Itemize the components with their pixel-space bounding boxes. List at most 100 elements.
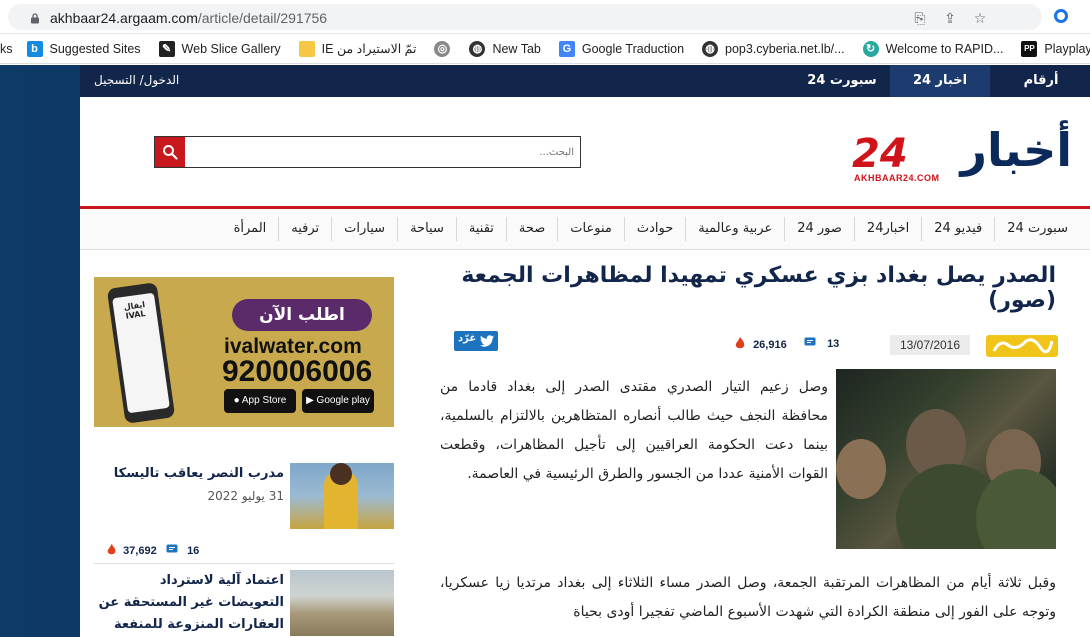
site-logo[interactable]: 24 أخبار AKHBAAR24.COM bbox=[852, 123, 1072, 187]
news-thumbnail bbox=[290, 463, 394, 529]
url-text[interactable]: akhbaar24.argaam.com/article/detail/2917… bbox=[50, 10, 327, 26]
fire-icon bbox=[735, 337, 745, 349]
sidebar-news-meta: 37,692 16 bbox=[94, 542, 394, 560]
share-label: غرّد bbox=[458, 333, 477, 344]
logo-number: 24 bbox=[852, 131, 908, 177]
nav-arab-world[interactable]: عربية وعالمية bbox=[685, 217, 784, 241]
bookmark-web-slice-gallery[interactable]: ✎ Web Slice Gallery bbox=[158, 40, 281, 57]
ad-phone-image: ايفال IVAL bbox=[106, 282, 176, 424]
sidebar-news-item[interactable]: مدرب النصر يعاقب تاليسكا 31 يوليو 2022 bbox=[94, 463, 394, 533]
thumb-figure bbox=[330, 463, 352, 485]
ad-order-now: اطلب الآن bbox=[232, 299, 372, 331]
ad-phone-screen: ايفال IVAL bbox=[112, 292, 170, 414]
google-play-label: Google play bbox=[316, 395, 370, 406]
tab-akhbar24[interactable]: اخبار 24 bbox=[890, 65, 990, 97]
bookmark-playplay[interactable]: PP Playplay bbox=[1021, 40, 1090, 57]
nav-photos24[interactable]: صور 24 bbox=[784, 217, 854, 241]
nav-health[interactable]: صحة bbox=[505, 217, 557, 241]
news-comments-count: 16 bbox=[187, 545, 200, 557]
menu-icon[interactable]: ⋮ bbox=[1084, 7, 1090, 25]
article-paragraph-1: وصل زعيم التيار الصدري مقتدى الصدر إلى ب… bbox=[440, 379, 828, 482]
nav-entertainment[interactable]: ترفيه bbox=[278, 217, 331, 241]
bookmark-imported-ie[interactable]: تمّ الاستيراد من IE bbox=[298, 40, 416, 57]
source-logo-icon bbox=[986, 335, 1058, 357]
news-views: 37,692 bbox=[106, 544, 157, 557]
nav-incidents[interactable]: حوادث bbox=[623, 217, 685, 241]
lock-icon bbox=[31, 13, 39, 24]
globe-icon: ◍ bbox=[469, 40, 486, 57]
bookmark-ks[interactable]: ks bbox=[0, 42, 13, 56]
apple-icon: ● bbox=[233, 395, 242, 406]
tab-argaam[interactable]: أرقام bbox=[992, 65, 1090, 97]
login-link[interactable]: الدخول/ التسجيل bbox=[94, 73, 179, 87]
logo-subtitle: AKHBAAR24.COM bbox=[854, 173, 940, 183]
search-box bbox=[154, 136, 581, 168]
article-views: 26,916 bbox=[734, 337, 787, 351]
news-date: 31 يوليو 2022 bbox=[207, 489, 284, 503]
bing-icon: b bbox=[26, 40, 43, 57]
bookmark-label: pop3.cyberia.net.lb/... bbox=[725, 41, 845, 56]
bookmark-label: New Tab bbox=[492, 41, 541, 56]
url-path: /article/detail/291756 bbox=[197, 10, 328, 26]
article-photo[interactable] bbox=[836, 369, 1056, 549]
nav-tourism[interactable]: سياحة bbox=[397, 217, 456, 241]
site-content: الدخول/ التسجيل سبورت 24 اخبار 24 أرقام … bbox=[80, 65, 1090, 637]
nav-cars[interactable]: سيارات bbox=[331, 217, 397, 241]
page-background: الدخول/ التسجيل سبورت 24 اخبار 24 أرقام … bbox=[0, 65, 1090, 637]
twitter-share-button[interactable]: غرّد bbox=[454, 331, 498, 351]
bookmark-spiral[interactable]: ◎ bbox=[434, 40, 457, 57]
ad-brand: ايفال IVAL bbox=[123, 300, 147, 321]
comment-icon bbox=[804, 337, 816, 346]
news-views-count: 37,692 bbox=[123, 545, 157, 557]
bookmark-rapid[interactable]: ↻ Welcome to RAPID... bbox=[862, 40, 1004, 57]
nav-misc[interactable]: منوعات bbox=[557, 217, 624, 241]
twitter-icon bbox=[480, 335, 494, 347]
share-icon[interactable]: ⇪ bbox=[942, 11, 958, 27]
article-title: الصدر يصل بغداد بزي عسكري تمهيدا لمظاهرا… bbox=[461, 263, 1056, 313]
translate-page-icon[interactable]: ⎘ bbox=[912, 11, 928, 27]
nav-akhbar24[interactable]: اخبار24 bbox=[853, 217, 921, 241]
url-box[interactable]: akhbaar24.argaam.com/article/detail/2917… bbox=[8, 4, 1042, 30]
news-comments: 16 bbox=[166, 544, 199, 557]
nav-sport24[interactable]: سبورت 24 bbox=[994, 217, 1080, 241]
article-comments[interactable]: 13 bbox=[804, 337, 839, 350]
nav-video24[interactable]: فيديو 24 bbox=[921, 217, 994, 241]
nav-women[interactable]: المرأة bbox=[222, 217, 279, 241]
app-store-badge[interactable]: ● App Store bbox=[224, 389, 296, 413]
article-meta: 13/07/2016 13 26,916 غرّد bbox=[440, 329, 1058, 357]
sidebar-ad[interactable]: ايفال IVAL اطلب الآن ivalwater.com 92000… bbox=[94, 277, 394, 427]
url-domain: akhbaar24.argaam.com bbox=[50, 10, 198, 26]
bookmark-label: Welcome to RAPID... bbox=[885, 41, 1004, 56]
nav-tech[interactable]: تقنية bbox=[455, 217, 506, 241]
google-play-badge[interactable]: ▶ Google play bbox=[302, 389, 374, 413]
bookmark-label: ks bbox=[0, 41, 13, 56]
bookmark-pop3-cyberia[interactable]: ◍ pop3.cyberia.net.lb/... bbox=[702, 40, 845, 57]
rapid-icon: ↻ bbox=[862, 40, 879, 57]
sidebar-news-item[interactable]: اعتماد آلية لاسترداد التعويضات غير المست… bbox=[94, 570, 394, 637]
photo-figure bbox=[836, 439, 886, 499]
top-bar: الدخول/ التسجيل سبورت 24 اخبار 24 أرقام bbox=[80, 65, 1090, 97]
ad-store-badges: ● App Store ▶ Google play bbox=[224, 389, 374, 413]
extension-icon[interactable] bbox=[1054, 9, 1068, 23]
news-thumbnail bbox=[290, 570, 394, 636]
bookmark-google-traduction[interactable]: G Google Traduction bbox=[558, 40, 684, 57]
bookmarks-bar: ks b Suggested Sites ✎ Web Slice Gallery… bbox=[0, 34, 1090, 64]
news-title[interactable]: اعتماد آلية لاسترداد التعويضات غير المست… bbox=[94, 570, 284, 637]
bookmark-new-tab[interactable]: ◍ New Tab bbox=[469, 40, 541, 57]
play-icon: ▶ bbox=[306, 395, 317, 406]
browser-address-bar: akhbaar24.argaam.com/article/detail/2917… bbox=[0, 0, 1090, 34]
article-date: 13/07/2016 bbox=[890, 335, 970, 355]
translate-icon: G bbox=[558, 40, 575, 57]
comments-count: 13 bbox=[827, 338, 840, 350]
bookmark-suggested-sites[interactable]: b Suggested Sites bbox=[26, 40, 141, 57]
search-input[interactable] bbox=[194, 143, 574, 161]
fire-icon bbox=[107, 544, 116, 555]
search-icon bbox=[163, 145, 178, 160]
ad-phone-number: 920006006 bbox=[222, 355, 373, 388]
news-title[interactable]: مدرب النصر يعاقب تاليسكا bbox=[94, 463, 284, 485]
bookmark-star-icon[interactable]: ☆ bbox=[972, 11, 988, 27]
address-bar-actions: ⎘ ⇪ ☆ bbox=[912, 11, 988, 27]
bookmark-label: Playplay bbox=[1044, 41, 1090, 56]
search-button[interactable] bbox=[155, 137, 185, 167]
tab-sport24[interactable]: سبورت 24 bbox=[796, 65, 888, 97]
